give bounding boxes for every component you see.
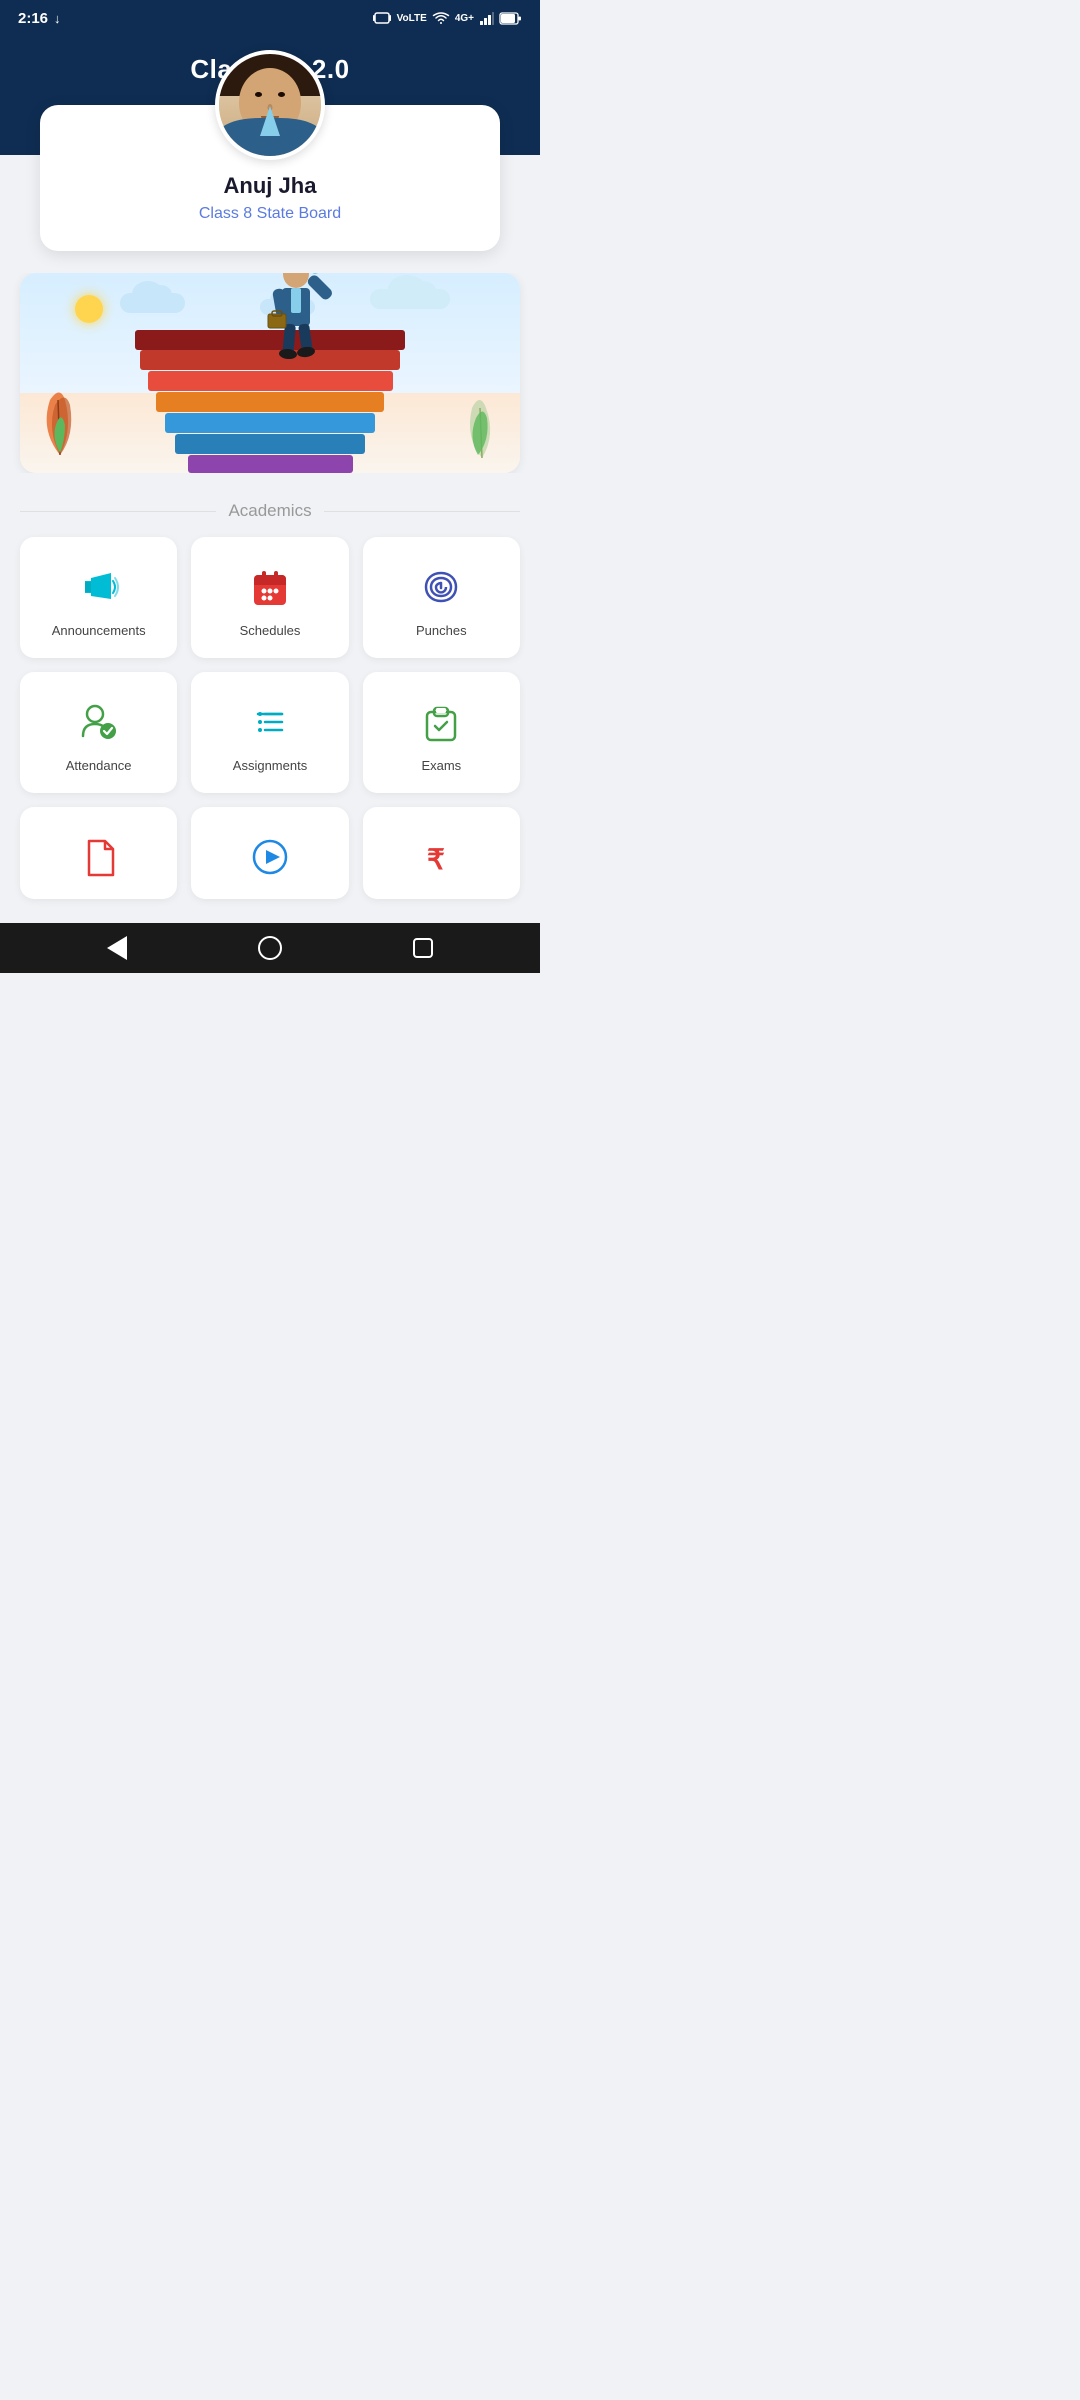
exams-icon xyxy=(419,700,463,744)
home-icon xyxy=(258,936,282,960)
status-bar: 2:16 ↓ VoLTE 4G+ xyxy=(0,0,540,36)
schedules-label: Schedules xyxy=(240,623,301,638)
menu-item-attendance[interactable]: Attendance xyxy=(20,672,177,793)
profile-card: Anuj Jha Class 8 State Board xyxy=(40,105,500,251)
avatar xyxy=(215,50,325,160)
exams-label: Exams xyxy=(421,758,461,773)
assignments-label: Assignments xyxy=(233,758,307,773)
signal-icon xyxy=(480,12,494,25)
attendance-label: Attendance xyxy=(66,758,132,773)
section-label-text: Academics xyxy=(228,501,311,521)
4g-label: 4G+ xyxy=(455,13,474,24)
announcements-icon xyxy=(77,565,121,609)
status-time: 2:16 ↓ xyxy=(18,10,61,27)
back-button[interactable] xyxy=(95,926,139,970)
more-grid: ₹ xyxy=(0,807,540,899)
schedules-icon xyxy=(248,565,292,609)
time-label: 2:16 xyxy=(18,10,48,27)
cloud-2 xyxy=(370,289,450,309)
download-icon: ↓ xyxy=(54,11,61,26)
banner-section[interactable] xyxy=(0,273,540,473)
menu-item-video[interactable] xyxy=(191,807,348,899)
back-icon xyxy=(107,936,127,960)
banner-illustration xyxy=(20,273,520,473)
notes-icon xyxy=(77,835,121,879)
profile-name: Anuj Jha xyxy=(60,173,480,199)
home-button[interactable] xyxy=(248,926,292,970)
recents-button[interactable] xyxy=(401,926,445,970)
battery-icon xyxy=(500,12,522,25)
figure xyxy=(258,273,338,371)
bottom-nav-bar xyxy=(0,923,540,973)
menu-item-assignments[interactable]: Assignments xyxy=(191,672,348,793)
menu-item-announcements[interactable]: Announcements xyxy=(20,537,177,658)
wifi-icon xyxy=(433,12,449,25)
svg-text:₹: ₹ xyxy=(427,844,445,875)
banner-card[interactable] xyxy=(20,273,520,473)
punches-icon xyxy=(419,565,463,609)
menu-item-fees[interactable]: ₹ xyxy=(363,807,520,899)
leaf-right xyxy=(460,390,505,465)
attendance-icon xyxy=(77,700,121,744)
announcements-label: Announcements xyxy=(52,623,146,638)
video-icon xyxy=(248,835,292,879)
section-label: Academics xyxy=(0,501,540,521)
vibrate-icon xyxy=(373,10,391,26)
recents-icon xyxy=(413,938,433,958)
status-icons: VoLTE 4G+ xyxy=(373,10,522,26)
cloud-1 xyxy=(120,293,185,313)
fees-icon: ₹ xyxy=(419,835,463,879)
menu-item-schedules[interactable]: Schedules xyxy=(191,537,348,658)
menu-item-notes[interactable] xyxy=(20,807,177,899)
assignments-icon xyxy=(248,700,292,744)
profile-class: Class 8 State Board xyxy=(60,205,480,223)
punches-label: Punches xyxy=(416,623,467,638)
menu-item-punches[interactable]: Punches xyxy=(363,537,520,658)
menu-item-exams[interactable]: Exams xyxy=(363,672,520,793)
lte-label: VoLTE xyxy=(397,13,427,24)
academics-grid: Announcements Schedules xyxy=(0,537,540,793)
sun-icon xyxy=(75,295,103,323)
leaf-left xyxy=(35,380,85,465)
